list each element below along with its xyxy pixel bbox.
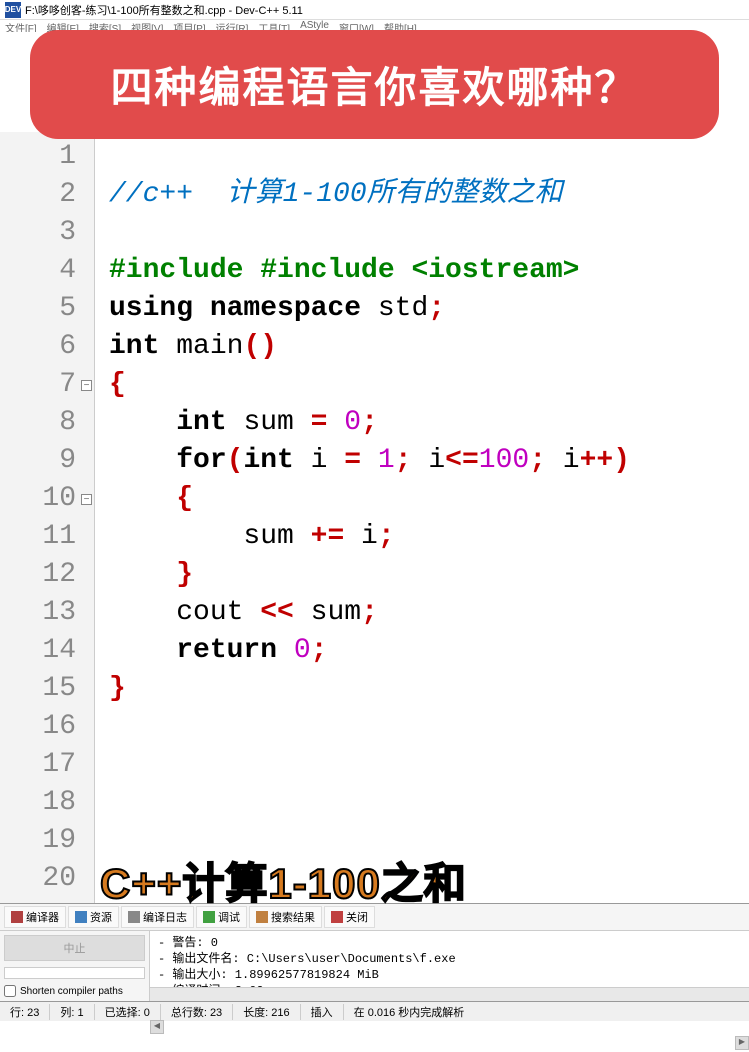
fold-icon[interactable]: −: [81, 380, 92, 391]
shorten-checkbox[interactable]: Shorten compiler paths: [4, 985, 145, 997]
line-number: 7: [0, 366, 76, 404]
line-number: 9: [0, 442, 76, 480]
line-number: 21: [0, 898, 76, 903]
line-gutter: 1234567−8910−1112131415161718192021: [0, 132, 95, 903]
code-pane[interactable]: //c++ 计算1-100所有的整数之和 #include #include <i…: [95, 132, 749, 903]
code-line[interactable]: [109, 708, 749, 746]
overlay-banner: 四种编程语言你喜欢哪种？: [30, 30, 719, 139]
code-line[interactable]: int main(): [109, 328, 749, 366]
status-ins: 插入: [301, 1004, 344, 1020]
line-number: 5: [0, 290, 76, 328]
line-number: 17: [0, 746, 76, 784]
status-len: 长度: 216: [233, 1004, 300, 1020]
menu-item[interactable]: 文件[F]: [5, 20, 37, 32]
code-line[interactable]: cout << sum;: [109, 594, 749, 632]
tab-compiler[interactable]: 编译器: [4, 906, 66, 928]
bottom-left: 中止 Shorten compiler paths: [0, 931, 150, 1001]
status-bar: 行: 23 列: 1 已选择: 0 总行数: 23 长度: 216 插入 在 0…: [0, 1001, 749, 1021]
status-done: 在 0.016 秒内完成解析: [344, 1004, 749, 1020]
line-number: 11: [0, 518, 76, 556]
scroll-left-icon[interactable]: ◀: [150, 1020, 164, 1034]
line-number: 16: [0, 708, 76, 746]
shorten-input[interactable]: [4, 985, 16, 997]
hscrollbar[interactable]: ◀ ▶: [150, 987, 749, 1001]
resource-icon: [75, 911, 87, 923]
overlay-caption: C++计算1-100之和: [100, 850, 467, 911]
title-bar: DEV F:\哆哆创客-练习\1-100所有整数之和.cpp - Dev-C++…: [0, 0, 749, 20]
line-number: 19: [0, 822, 76, 860]
search-icon: [256, 911, 268, 923]
window-title: F:\哆哆创客-练习\1-100所有整数之和.cpp - Dev-C++ 5.1…: [25, 2, 303, 18]
line-number: 3: [0, 214, 76, 252]
status-col: 列: 1: [50, 1004, 94, 1020]
line-number: 4: [0, 252, 76, 290]
line-number: 2: [0, 176, 76, 214]
close-icon: [331, 911, 343, 923]
log-icon: [128, 911, 140, 923]
scroll-right-icon[interactable]: ▶: [735, 1036, 749, 1050]
empty-field[interactable]: [4, 967, 145, 979]
fold-icon[interactable]: −: [81, 494, 92, 505]
code-line[interactable]: [109, 214, 749, 252]
code-line[interactable]: using namespace std;: [109, 290, 749, 328]
compiler-icon: [11, 911, 23, 923]
code-line[interactable]: {: [109, 366, 749, 404]
code-line[interactable]: }: [109, 556, 749, 594]
editor-area[interactable]: 1234567−8910−1112131415161718192021 //c+…: [0, 132, 749, 903]
line-number: 12: [0, 556, 76, 594]
line-number: 18: [0, 784, 76, 822]
status-row: 行: 23: [0, 1004, 50, 1020]
bottom-panel: 编译器 资源 编译日志 调试 搜索结果 关闭 中止 Shorten compil…: [0, 903, 749, 1001]
code-line[interactable]: }: [109, 670, 749, 708]
code-line[interactable]: [109, 784, 749, 822]
debug-icon: [203, 911, 215, 923]
line-number: 1: [0, 138, 76, 176]
line-number: 20: [0, 860, 76, 898]
compiler-output[interactable]: - 警告: 0 - 输出文件名: C:\Users\user\Documents…: [150, 931, 749, 1001]
code-line[interactable]: for(int i = 1; i<=100; i++): [109, 442, 749, 480]
stop-button[interactable]: 中止: [4, 935, 145, 961]
code-line[interactable]: return 0;: [109, 632, 749, 670]
code-line[interactable]: [109, 138, 749, 176]
line-number: 14: [0, 632, 76, 670]
code-line[interactable]: int sum = 0;: [109, 404, 749, 442]
app-icon: DEV: [5, 2, 21, 18]
line-number: 6: [0, 328, 76, 366]
code-line[interactable]: //c++ 计算1-100所有的整数之和: [109, 176, 749, 214]
code-line[interactable]: [109, 746, 749, 784]
line-number: 13: [0, 594, 76, 632]
line-number: 15: [0, 670, 76, 708]
code-line[interactable]: sum += i;: [109, 518, 749, 556]
line-number: 10: [0, 480, 76, 518]
code-line[interactable]: {: [109, 480, 749, 518]
line-number: 8: [0, 404, 76, 442]
code-line[interactable]: #include #include <iostream>: [109, 252, 749, 290]
